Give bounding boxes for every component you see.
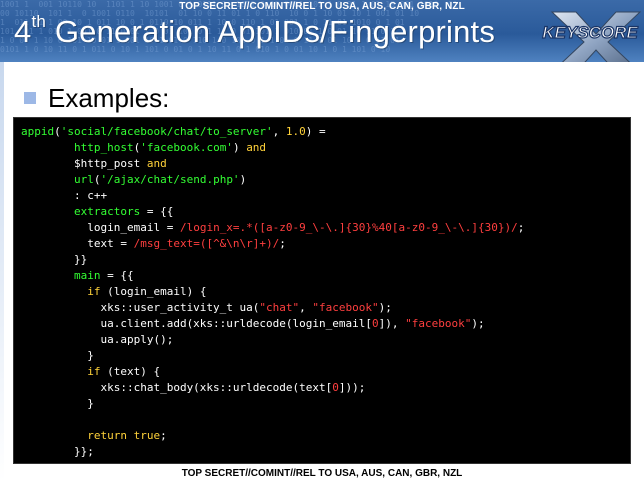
keyscore-logo: KEYSCORE: [542, 11, 642, 62]
code-block: appid('social/facebook/chat/to_server', …: [21, 124, 524, 460]
code-line-18: }: [21, 397, 94, 410]
code-line-3: $http_post and: [73, 157, 167, 170]
page-title: 4th Generation AppIDs/Fingerprints: [14, 11, 496, 49]
code-line-11: if (login_email) {: [87, 285, 207, 298]
code-panel: appid('social/facebook/chat/to_server', …: [13, 117, 631, 464]
svg-text:KEYSCORE: KEYSCORE: [542, 23, 638, 42]
code-line-15: }: [21, 349, 94, 362]
square-bullet-icon: [24, 92, 36, 104]
bullet-text: Examples:: [48, 82, 170, 113]
code-line-16: if (text) {: [87, 365, 161, 378]
code-line-13: ua.client.add(xks::urldecode(login_email…: [21, 317, 485, 330]
header-band: 1001 1 001 10110 10 1101 1 10 1001 0 1 0…: [0, 0, 644, 62]
code-line-20: return true;: [87, 429, 167, 442]
code-line-21: }};: [21, 445, 94, 458]
code-line-9: }}: [21, 253, 88, 266]
code-line-7: login_email = /login_x=.*([a-z0-9_\-\.]{…: [21, 221, 525, 234]
code-line-17: xks::chat_body(xks::urldecode(text[0]));: [21, 381, 366, 394]
code-line-8: text = /msg_text=([^&\n\r]+)/;: [21, 237, 286, 250]
code-line-14: ua.apply();: [21, 333, 174, 346]
code-line-1: appid('social/facebook/chat/to_server', …: [21, 125, 326, 138]
code-line-4: url('/ajax/chat/send.php'): [73, 173, 247, 186]
bullet-examples: Examples:: [24, 82, 169, 114]
code-line-6: extractors = {{: [73, 205, 174, 218]
code-line-10: main = {{: [73, 269, 134, 282]
code-line-2: http_host('facebook.com') and: [73, 141, 267, 154]
classification-banner-bottom: TOP SECRET//COMINT//REL TO USA, AUS, CAN…: [181, 468, 463, 479]
code-line-5: : c++: [21, 189, 108, 202]
left-accent-bar: [0, 62, 4, 482]
code-line-12: xks::user_activity_t ua("chat", "faceboo…: [21, 301, 392, 314]
